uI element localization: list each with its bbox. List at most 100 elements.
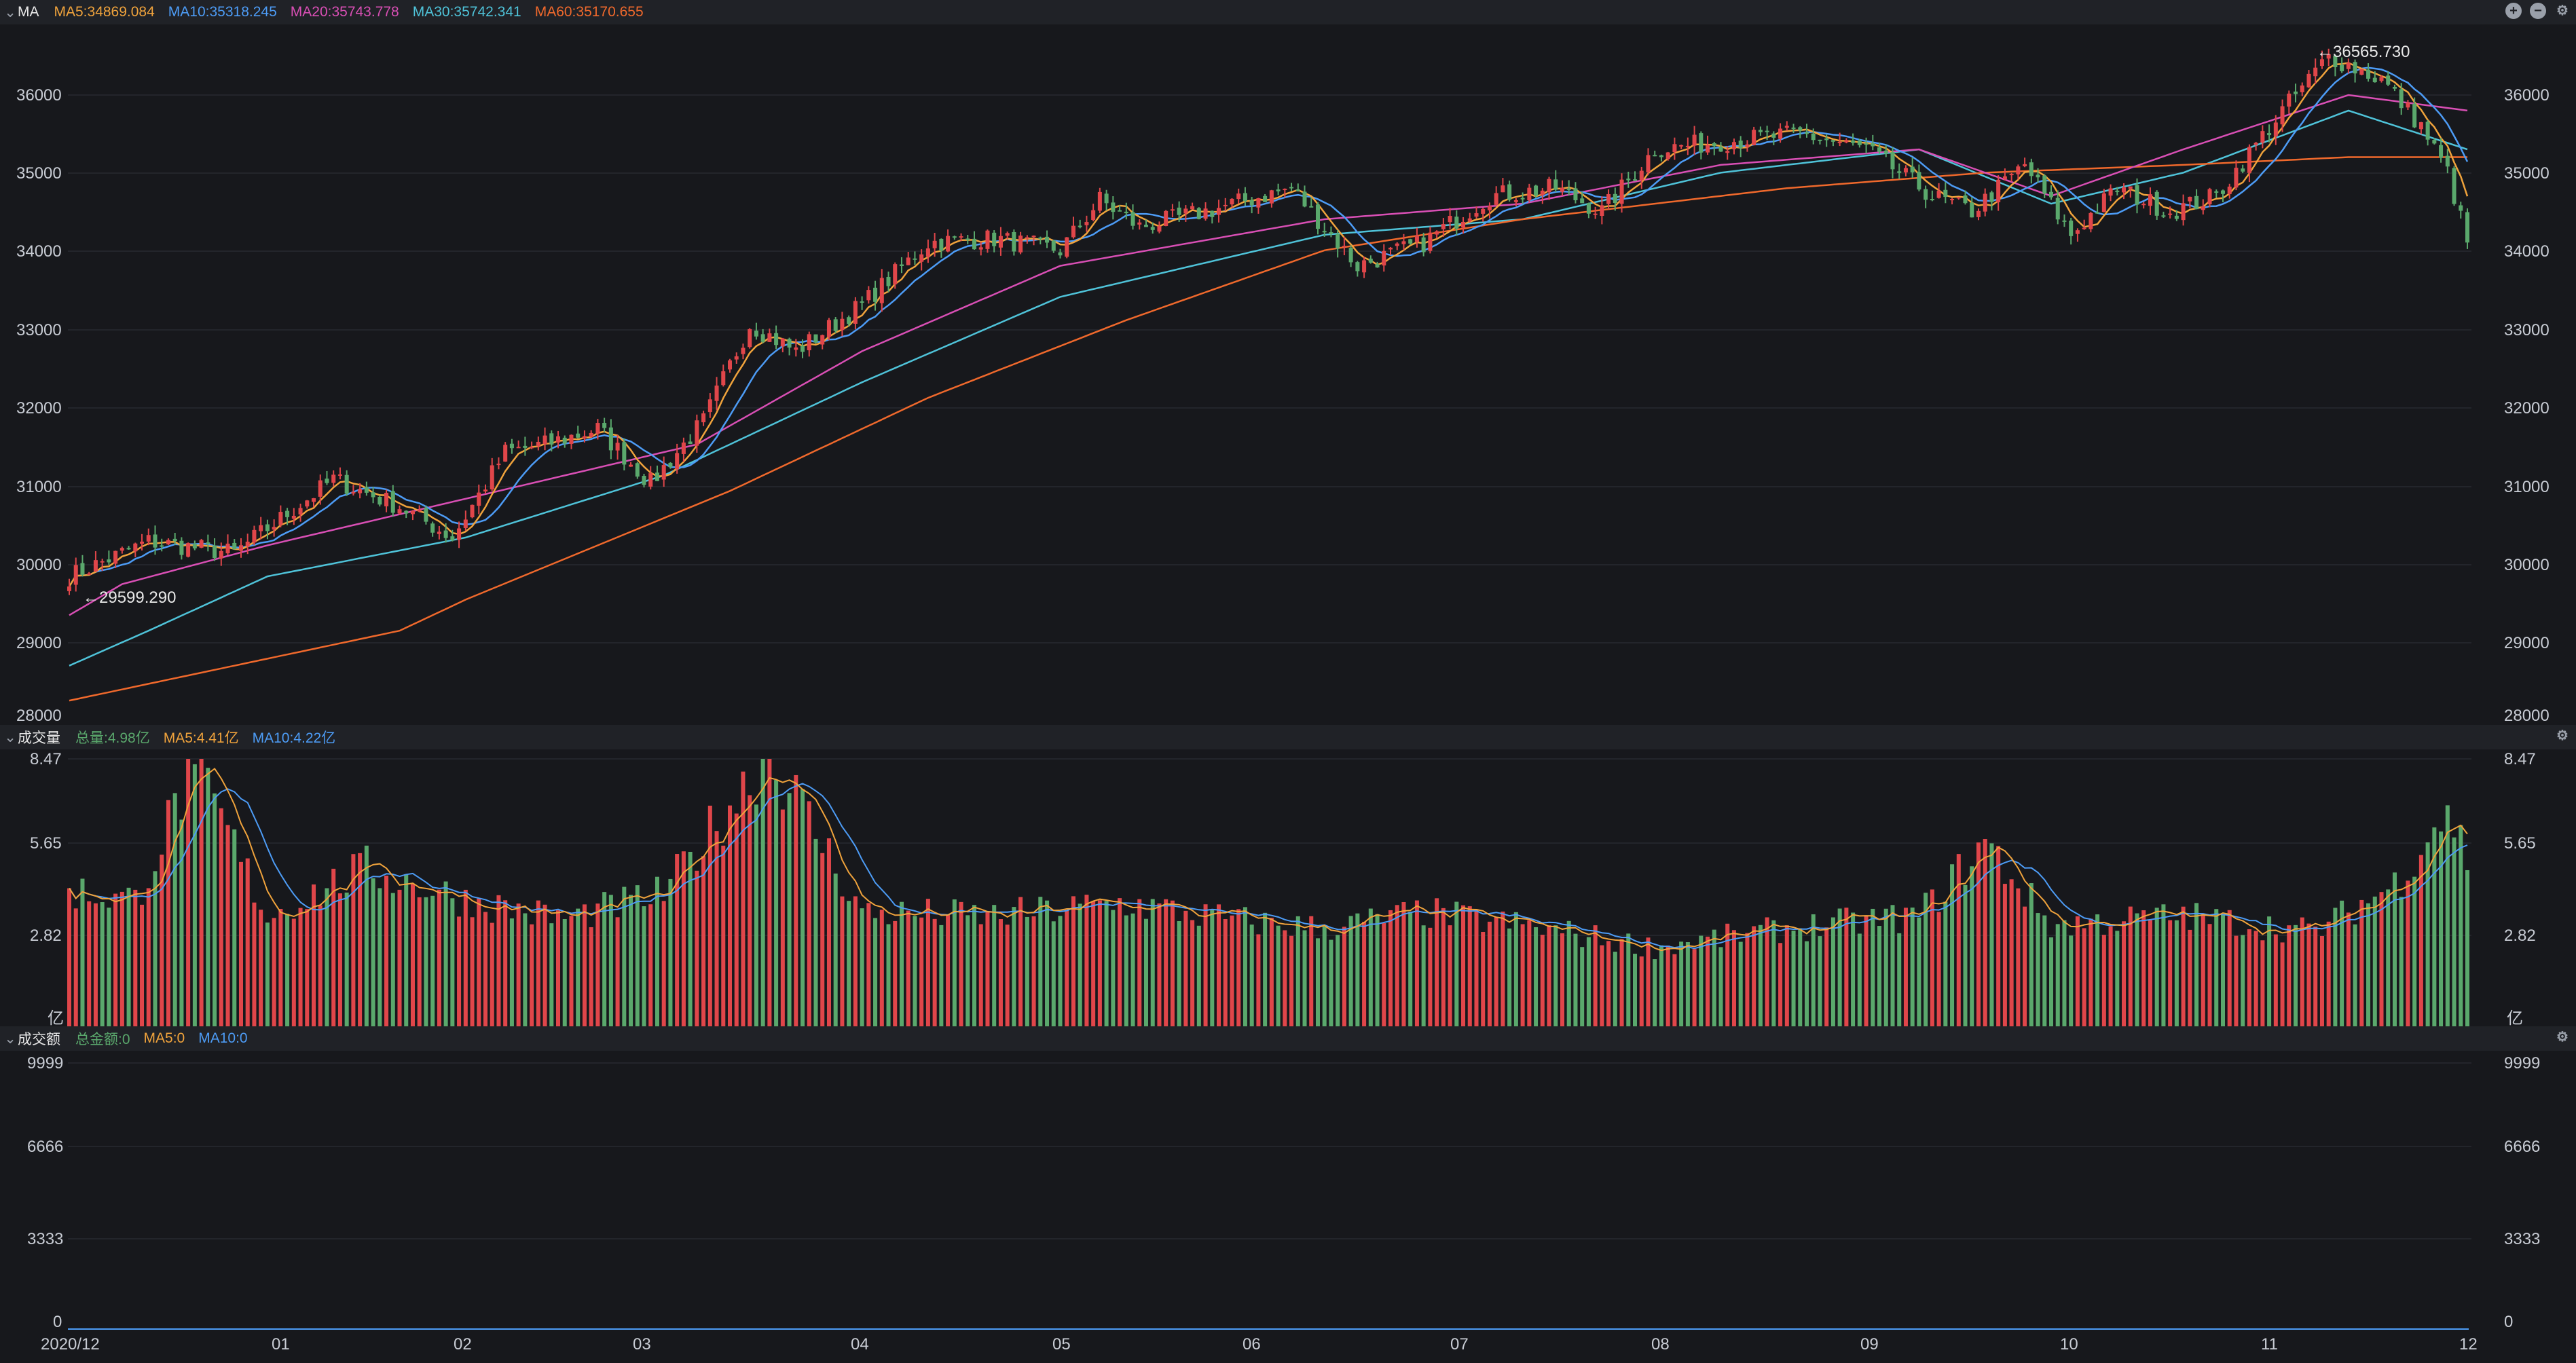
- volume-bar: [1289, 935, 1294, 1026]
- candle-body: [2141, 204, 2146, 206]
- volume-bar: [2406, 880, 2410, 1026]
- volume-bar: [213, 793, 217, 1026]
- candle-body: [450, 536, 455, 540]
- y-tick: 3333: [2504, 1230, 2540, 1248]
- candle-body: [648, 473, 653, 487]
- volume-bar: [1236, 909, 1241, 1026]
- candle-body: [219, 550, 223, 559]
- candle-body: [1441, 224, 1446, 229]
- volume-bar: [2353, 924, 2357, 1026]
- volume-bar: [1725, 923, 1730, 1026]
- volume-bar: [1196, 925, 1201, 1026]
- volume-bar: [774, 780, 779, 1026]
- volume-bar: [390, 893, 395, 1026]
- volume-bar: [1481, 931, 1486, 1026]
- candle-body: [1045, 236, 1050, 243]
- candle-body: [1857, 141, 1862, 145]
- candle-body: [1408, 239, 1413, 244]
- candle-body: [1685, 145, 1690, 147]
- candle-body: [107, 559, 111, 563]
- volume-bar: [1903, 908, 1908, 1026]
- candle-body: [2306, 73, 2311, 88]
- candle-body: [959, 236, 963, 238]
- x-tick: 08: [1651, 1335, 1670, 1353]
- volume-bar: [1435, 898, 1439, 1026]
- volume-bar: [1871, 908, 1875, 1026]
- candle-body: [67, 586, 72, 591]
- candle-body: [225, 543, 230, 554]
- volume-bar: [2273, 934, 2278, 1026]
- candle-body: [443, 530, 448, 538]
- y-tick: 33000: [2504, 321, 2550, 339]
- volume-bar: [978, 924, 983, 1026]
- candle-body: [1130, 212, 1135, 226]
- volume-bar: [272, 918, 276, 1026]
- candle-body: [509, 443, 514, 449]
- candle-body: [2418, 122, 2423, 130]
- volume-bar: [1329, 939, 1333, 1026]
- candle-body: [1190, 206, 1195, 210]
- volume-bar: [2439, 831, 2444, 1026]
- candle-body: [668, 462, 673, 468]
- volume-bar: [1408, 912, 1413, 1026]
- volume-bar: [1322, 926, 1327, 1026]
- y-tick: 8.47: [30, 750, 62, 768]
- volume-bar: [1613, 952, 1617, 1026]
- candle-body: [2287, 93, 2292, 107]
- grid-lines: [68, 94, 2471, 1239]
- volume-bar: [1441, 908, 1446, 1026]
- volume-bar: [199, 759, 204, 1026]
- stock-chart[interactable]: 36000 35000 34000 33000 32000 31000 3000…: [0, 0, 2576, 1363]
- candle-body: [787, 339, 792, 348]
- candle-body: [2465, 212, 2470, 243]
- candle-body: [1177, 207, 1181, 215]
- volume-bar: [833, 873, 838, 1026]
- volume-bar: [1177, 920, 1181, 1026]
- candle-body: [1613, 193, 1617, 204]
- volume-bar: [1586, 937, 1591, 1026]
- x-tick: 11: [2261, 1335, 2278, 1353]
- candle-body: [113, 550, 118, 564]
- volume-bar: [1883, 908, 1888, 1026]
- y-tick: 5.65: [30, 834, 62, 853]
- price-y-axis-right: 36000 35000 34000 33000 32000 31000 3000…: [2504, 86, 2550, 725]
- volume-bar: [2418, 855, 2423, 1026]
- volume-bar: [1336, 935, 1340, 1026]
- candle-body: [1111, 202, 1116, 212]
- volume-bar: [437, 889, 441, 1026]
- candle-body: [1791, 127, 1796, 129]
- volume-bar: [2161, 904, 2166, 1026]
- volume-bar: [1315, 938, 1320, 1026]
- volume-bar: [278, 908, 283, 1026]
- volume-bar: [1012, 907, 1016, 1026]
- volume-bar: [424, 897, 428, 1026]
- volume-bar: [1685, 942, 1690, 1026]
- volume-bar: [1494, 916, 1498, 1026]
- x-tick: 02: [454, 1335, 472, 1353]
- candle-body: [1461, 221, 1466, 228]
- volume-bar: [1824, 927, 1829, 1026]
- volume-bar: [1217, 904, 1221, 1026]
- volume-bar: [2062, 920, 2067, 1026]
- candle-body: [259, 525, 263, 531]
- volume-bar: [576, 908, 581, 1026]
- volume-bar: [1804, 941, 1809, 1026]
- volume-bar: [245, 858, 250, 1026]
- candle-body: [1322, 231, 1327, 233]
- candle-body: [1467, 218, 1472, 221]
- y-tick: 29000: [2504, 634, 2550, 652]
- candle-body: [1811, 133, 1816, 141]
- candle-body: [1230, 198, 1234, 205]
- volume-bar: [2241, 935, 2245, 1026]
- volume-bar: [549, 923, 554, 1026]
- candle-body: [1448, 216, 1452, 223]
- candle-body: [886, 277, 891, 286]
- candle-body: [2161, 215, 2166, 217]
- y-tick: 30000: [2504, 556, 2550, 574]
- low-price-label: ←29599.290: [83, 589, 176, 607]
- volume-bar: [1421, 925, 1426, 1026]
- volume-bar: [1362, 921, 1367, 1026]
- volume-bar: [80, 878, 85, 1026]
- y-tick: 32000: [2504, 399, 2550, 417]
- candle-body: [721, 371, 726, 386]
